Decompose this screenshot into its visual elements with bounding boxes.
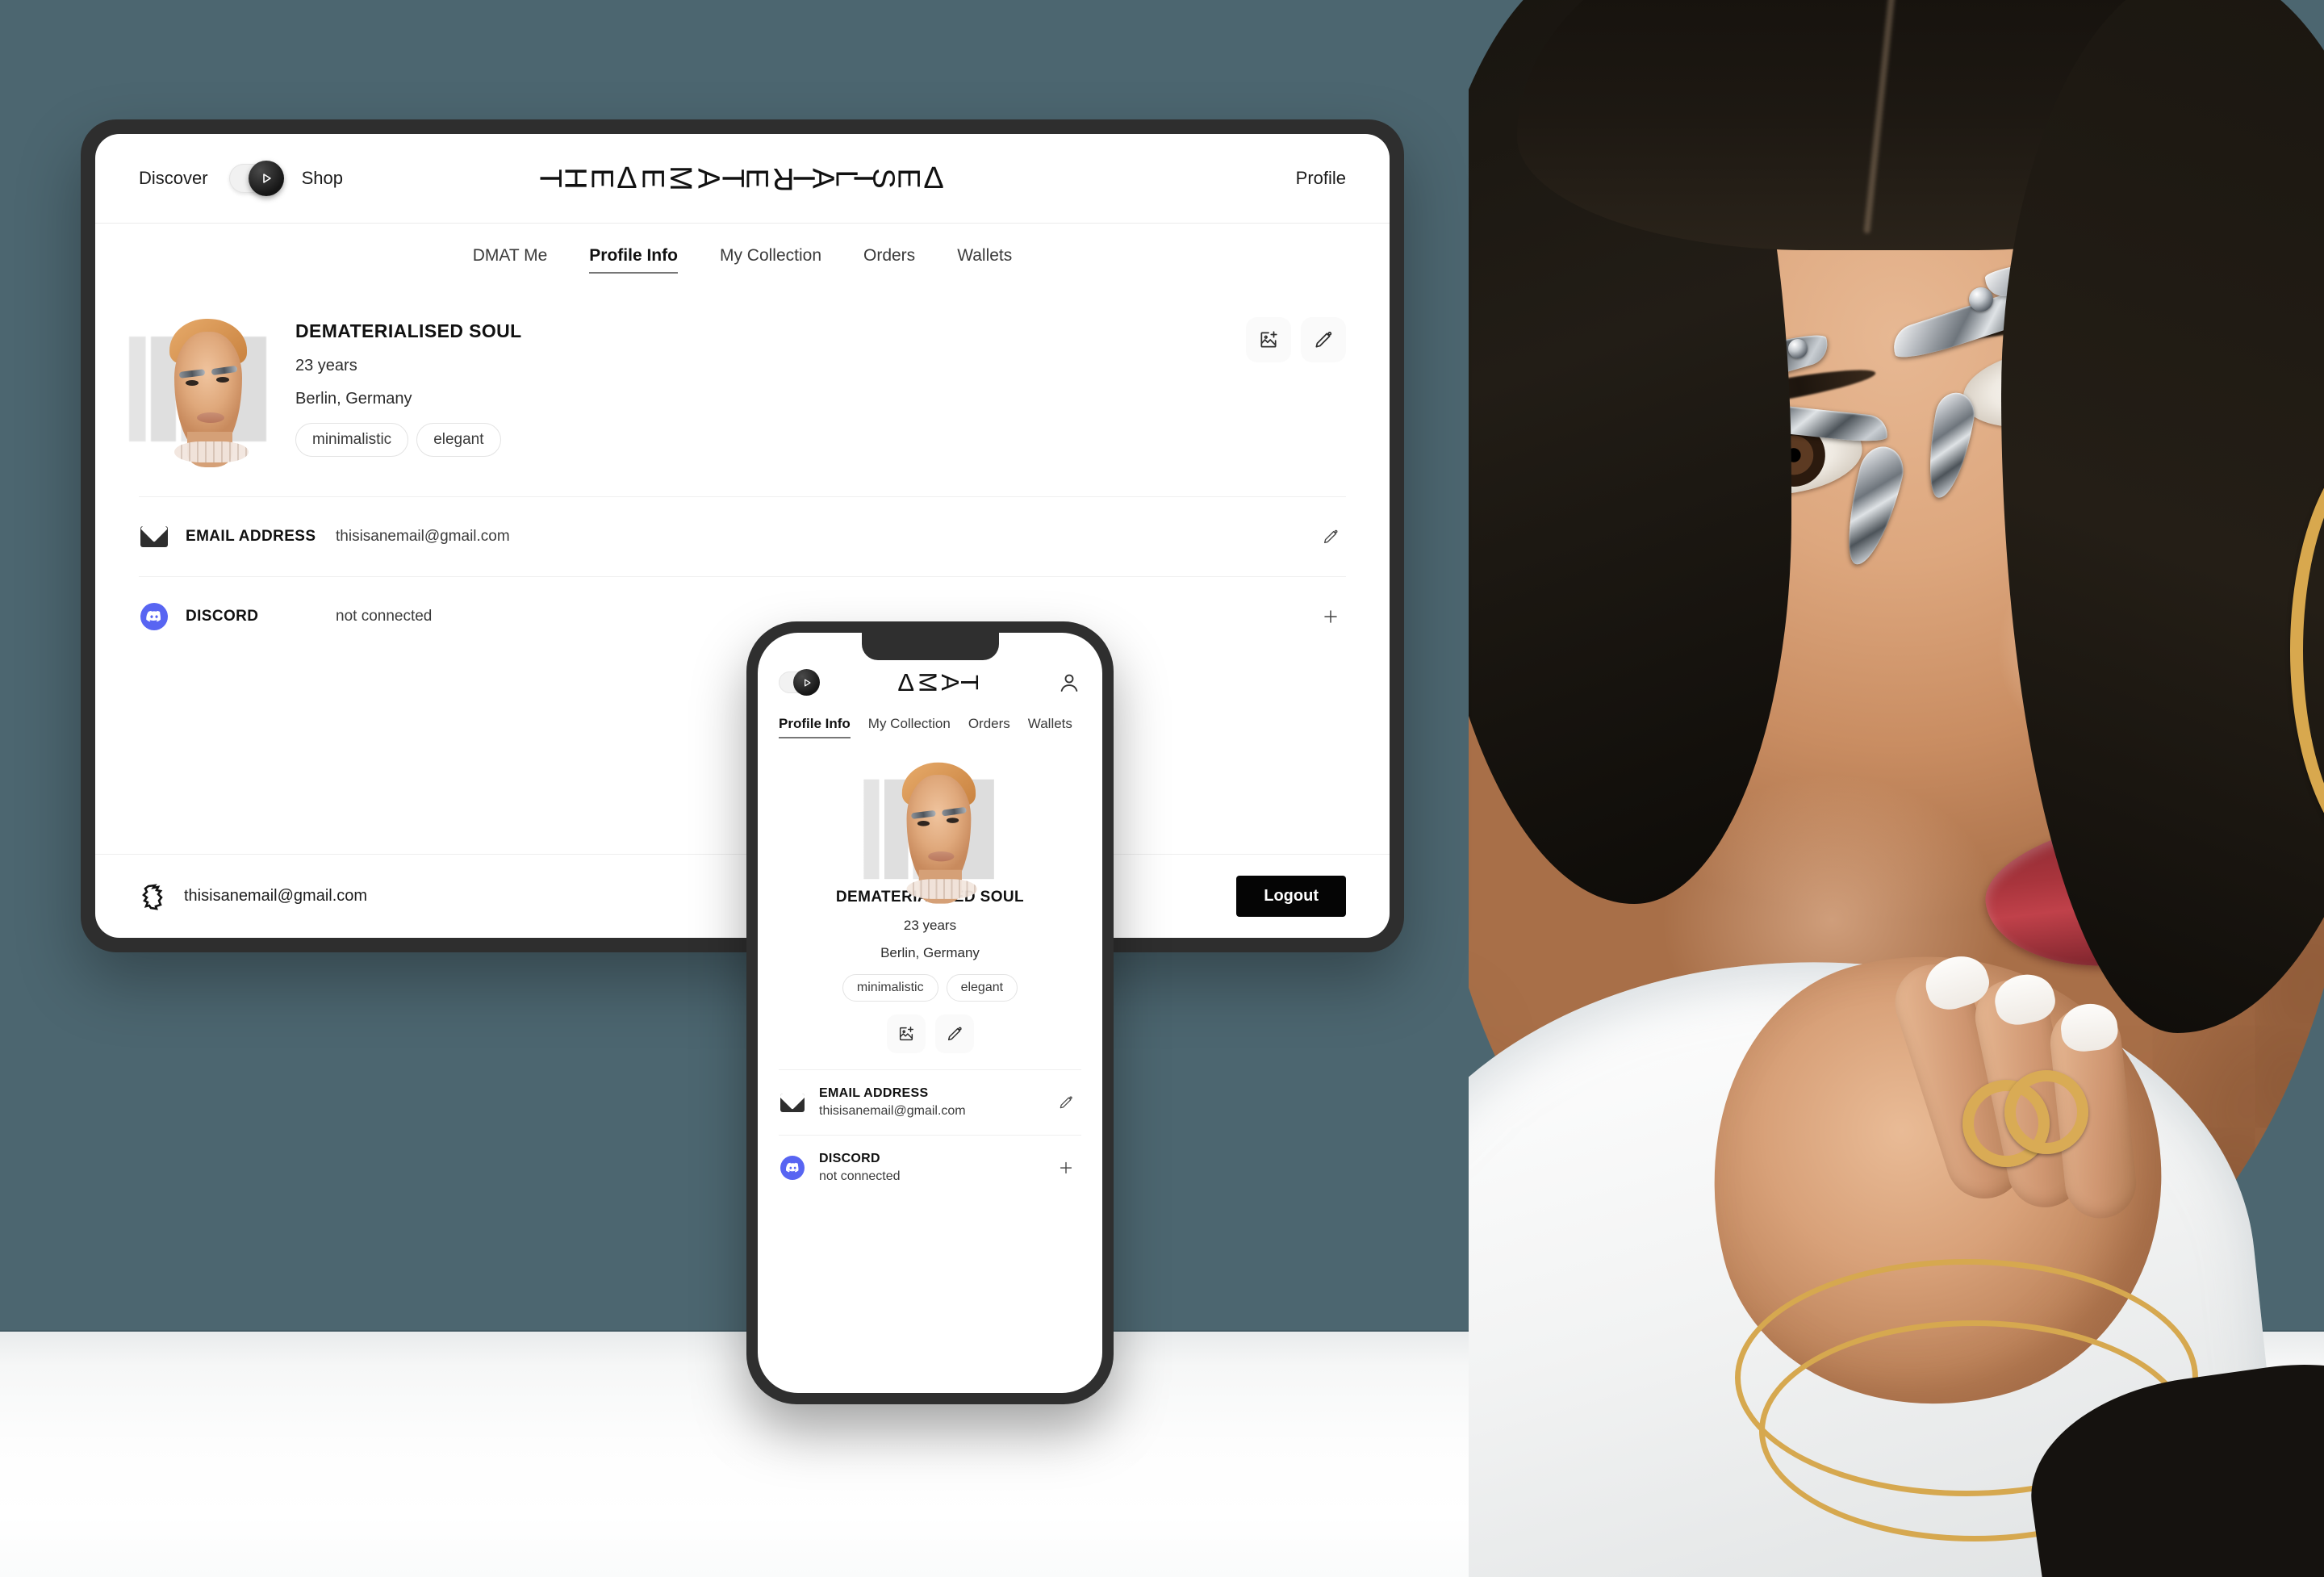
profile-age: 23 years <box>295 357 357 374</box>
footer-email: thisisanemail@gmail.com <box>184 887 368 905</box>
discover-shop-toggle[interactable] <box>779 669 820 696</box>
mobile-avatar-wrap <box>758 756 1102 904</box>
tag-chip[interactable]: elegant <box>946 974 1018 1002</box>
avatar <box>129 316 274 469</box>
envelope-icon <box>139 521 169 552</box>
edit-profile-button[interactable] <box>1301 317 1346 362</box>
mobile-screen: Δ M A T Profile Info My Collection Order… <box>758 633 1102 1393</box>
nav-discover-link[interactable]: Discover <box>139 168 208 189</box>
tag-chip[interactable]: elegant <box>416 423 501 457</box>
plus-icon <box>1057 1159 1075 1177</box>
edit-email-button[interactable] <box>1052 1089 1080 1116</box>
profile-summary: DEMATERIALISED SOUL 23 years Berlin, Ger… <box>129 295 1346 496</box>
desktop-topbar: Discover Shop T H E Δ E M A T E R I A L … <box>95 134 1390 223</box>
image-add-icon <box>1258 329 1279 350</box>
discord-value: not connected <box>336 608 433 625</box>
mobile-tabbar: Profile Info My Collection Orders Wallet… <box>758 695 1102 738</box>
tag-chip[interactable]: minimalistic <box>295 423 409 457</box>
page-root: Discover Shop T H E Δ E M A T E R I A L … <box>0 0 2324 1577</box>
glitch-avatar-icon <box>139 881 169 912</box>
desktop-browser-frame: Discover Shop T H E Δ E M A T E R I A L … <box>81 119 1404 952</box>
profile-actions <box>758 1014 1102 1053</box>
image-add-icon <box>897 1025 915 1043</box>
info-row-email: EMAIL ADDRESS thisisanemail@gmail.com <box>779 1069 1081 1135</box>
mobile-info-rows: EMAIL ADDRESS thisisanemail@gmail.com DI… <box>758 1069 1102 1200</box>
tab-orders[interactable]: Orders <box>863 246 915 274</box>
pencil-icon <box>1058 1094 1074 1111</box>
email-value: thisisanemail@gmail.com <box>819 1104 966 1118</box>
connect-discord-button[interactable] <box>1052 1154 1080 1182</box>
brand-logo-text: T H E Δ E M A T E R I A L I S E Δ <box>533 161 944 195</box>
pencil-icon <box>1313 329 1334 350</box>
user-icon[interactable] <box>1057 671 1081 695</box>
nav-shop-link[interactable]: Shop <box>302 168 343 189</box>
email-label: EMAIL ADDRESS <box>819 1086 929 1100</box>
info-row-email: EMAIL ADDRESS thisisanemail@gmail.com <box>139 496 1346 576</box>
tab-profile-info[interactable]: Profile Info <box>589 246 678 274</box>
edit-email-button[interactable] <box>1317 523 1344 550</box>
logout-button[interactable]: Logout <box>1236 876 1346 917</box>
plus-icon <box>1321 607 1340 626</box>
profile-actions <box>1246 317 1346 362</box>
tag-chip[interactable]: minimalistic <box>842 974 938 1002</box>
change-avatar-button[interactable] <box>886 1014 926 1053</box>
pencil-icon <box>1322 528 1340 546</box>
profile-tags: minimalistic elegant <box>295 423 522 457</box>
profile-tags: minimalistic elegant <box>758 974 1102 1002</box>
avatar <box>863 759 994 904</box>
envelope-icon <box>779 1089 806 1116</box>
profile-age: 23 years <box>903 918 957 933</box>
tab-profile-info[interactable]: Profile Info <box>779 716 851 738</box>
connect-discord-button[interactable] <box>1317 603 1344 630</box>
email-label: EMAIL ADDRESS <box>186 528 316 545</box>
tab-orders[interactable]: Orders <box>968 716 1010 738</box>
discover-shop-toggle[interactable] <box>228 161 284 196</box>
tab-wallets[interactable]: Wallets <box>957 246 1012 274</box>
discord-icon <box>779 1154 806 1182</box>
tab-dmat-me[interactable]: DMAT Me <box>473 246 548 274</box>
tab-my-collection[interactable]: My Collection <box>720 246 821 274</box>
desktop-footer: thisisanemail@gmail.com Logout <box>95 854 1390 938</box>
phone-notch <box>861 633 999 660</box>
profile-location: Berlin, Germany <box>295 390 412 408</box>
desktop-content: DEMATERIALISED SOUL 23 years Berlin, Ger… <box>95 295 1390 854</box>
hero-portrait-photo <box>1469 0 2324 1577</box>
discord-label: DISCORD <box>819 1152 880 1165</box>
brand-logo-text: Δ M A T <box>897 668 984 696</box>
profile-location: Berlin, Germany <box>880 945 980 960</box>
brand-logo: Δ M A T <box>817 670 1057 695</box>
info-row-discord: DISCORD not connected <box>139 576 1346 656</box>
email-value: thisisanemail@gmail.com <box>336 528 510 545</box>
tab-wallets[interactable]: Wallets <box>1028 716 1072 738</box>
discord-icon <box>139 601 169 632</box>
change-avatar-button[interactable] <box>1246 317 1291 362</box>
play-icon <box>793 669 820 696</box>
edit-profile-button[interactable] <box>934 1014 974 1053</box>
pencil-icon <box>946 1025 963 1043</box>
info-row-discord: DISCORD not connected <box>779 1135 1081 1200</box>
play-icon <box>248 161 284 196</box>
profile-name: DEMATERIALISED SOUL <box>295 320 522 341</box>
mobile-phone-frame: Δ M A T Profile Info My Collection Order… <box>746 621 1114 1404</box>
discord-value: not connected <box>819 1169 901 1183</box>
nav-profile-link[interactable]: Profile <box>1296 168 1346 188</box>
discord-label: DISCORD <box>186 608 259 625</box>
desktop-screen: Discover Shop T H E Δ E M A T E R I A L … <box>95 134 1390 938</box>
tab-my-collection[interactable]: My Collection <box>868 716 951 738</box>
desktop-tabbar: DMAT Me Profile Info My Collection Order… <box>95 224 1390 295</box>
